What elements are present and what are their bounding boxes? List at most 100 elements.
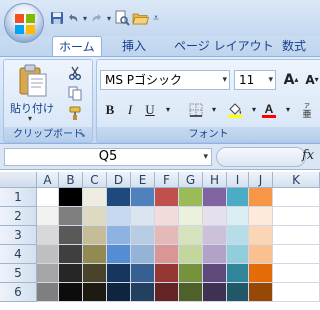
cell-d3[interactable] bbox=[107, 226, 131, 245]
cell-d5[interactable] bbox=[107, 264, 131, 283]
office-button[interactable] bbox=[4, 3, 44, 43]
cell-a4[interactable] bbox=[37, 245, 59, 264]
font-color-button[interactable]: A bbox=[259, 100, 279, 120]
cell-i5[interactable] bbox=[227, 264, 249, 283]
cell-e2[interactable] bbox=[131, 207, 155, 226]
underline-dropdown-icon[interactable]: ▾ bbox=[159, 100, 177, 120]
cell-e4[interactable] bbox=[131, 245, 155, 264]
font-size-combo[interactable]: 11 ▾ bbox=[234, 70, 276, 90]
cell-j4[interactable] bbox=[249, 245, 273, 264]
redo-icon[interactable] bbox=[90, 8, 104, 28]
cell-h2[interactable] bbox=[203, 207, 227, 226]
cell-f1[interactable] bbox=[155, 188, 179, 207]
column-header-a[interactable]: A bbox=[37, 172, 59, 188]
cell-b4[interactable] bbox=[59, 245, 83, 264]
tab-home[interactable]: ホーム bbox=[52, 36, 102, 56]
grow-font-button[interactable]: A▴ bbox=[281, 70, 301, 90]
column-header-e[interactable]: E bbox=[131, 172, 155, 188]
shrink-font-button[interactable]: A▾ bbox=[303, 70, 320, 90]
row-header-1[interactable]: 1 bbox=[0, 188, 37, 207]
cell-h1[interactable] bbox=[203, 188, 227, 207]
column-header-g[interactable]: G bbox=[179, 172, 203, 188]
cell-i6[interactable] bbox=[227, 283, 249, 302]
underline-button[interactable]: U bbox=[141, 100, 159, 120]
cell-a6[interactable] bbox=[37, 283, 59, 302]
cell-h5[interactable] bbox=[203, 264, 227, 283]
cell-i4[interactable] bbox=[227, 245, 249, 264]
borders-dropdown-icon[interactable]: ▾ bbox=[205, 100, 223, 120]
column-header-j[interactable]: J bbox=[249, 172, 273, 188]
cell-h4[interactable] bbox=[203, 245, 227, 264]
cell-h3[interactable] bbox=[203, 226, 227, 245]
cell-k1[interactable] bbox=[273, 188, 320, 207]
cell-j2[interactable] bbox=[249, 207, 273, 226]
bold-button[interactable]: B bbox=[101, 100, 119, 120]
cell-c1[interactable] bbox=[83, 188, 107, 207]
phonetic-guide-button[interactable]: ア亜 bbox=[297, 100, 317, 120]
select-all-corner[interactable] bbox=[0, 172, 37, 188]
cell-b2[interactable] bbox=[59, 207, 83, 226]
cell-k2[interactable] bbox=[273, 207, 320, 226]
column-header-b[interactable]: B bbox=[59, 172, 83, 188]
cell-k3[interactable] bbox=[273, 226, 320, 245]
font-color-dropdown-icon[interactable]: ▾ bbox=[279, 100, 297, 120]
row-header-4[interactable]: 4 bbox=[0, 245, 37, 264]
cell-f4[interactable] bbox=[155, 245, 179, 264]
cell-i3[interactable] bbox=[227, 226, 249, 245]
open-folder-icon[interactable] bbox=[132, 8, 149, 28]
insert-function-button[interactable]: fx bbox=[302, 148, 314, 163]
tab-formulas[interactable]: 数式 bbox=[276, 36, 312, 56]
cell-d1[interactable] bbox=[107, 188, 131, 207]
cell-g1[interactable] bbox=[179, 188, 203, 207]
cell-c5[interactable] bbox=[83, 264, 107, 283]
paste-button[interactable]: 貼り付け ▾ bbox=[8, 64, 58, 124]
column-header-c[interactable]: C bbox=[83, 172, 107, 188]
row-header-6[interactable]: 6 bbox=[0, 283, 37, 302]
cell-k5[interactable] bbox=[273, 264, 320, 283]
cell-a1[interactable] bbox=[37, 188, 59, 207]
customize-qat-icon[interactable]: ⩡ bbox=[151, 8, 161, 28]
save-icon[interactable] bbox=[50, 8, 64, 28]
cell-j3[interactable] bbox=[249, 226, 273, 245]
tab-insert[interactable]: 挿入 bbox=[116, 36, 152, 56]
cell-f6[interactable] bbox=[155, 283, 179, 302]
column-header-h[interactable]: H bbox=[203, 172, 227, 188]
borders-button[interactable] bbox=[185, 100, 207, 120]
redo-dropdown-icon[interactable]: ▾ bbox=[106, 8, 112, 28]
italic-button[interactable]: I bbox=[121, 100, 139, 120]
cell-g5[interactable] bbox=[179, 264, 203, 283]
row-header-2[interactable]: 2 bbox=[0, 207, 37, 226]
fill-color-button[interactable] bbox=[225, 100, 245, 120]
cell-j1[interactable] bbox=[249, 188, 273, 207]
copy-button[interactable] bbox=[64, 84, 86, 102]
cell-c3[interactable] bbox=[83, 226, 107, 245]
clipboard-launcher-icon[interactable]: ⬊ bbox=[79, 130, 89, 140]
cell-j6[interactable] bbox=[249, 283, 273, 302]
undo-icon[interactable] bbox=[66, 8, 80, 28]
cell-k6[interactable] bbox=[273, 283, 320, 302]
cell-b6[interactable] bbox=[59, 283, 83, 302]
print-preview-icon[interactable] bbox=[114, 8, 130, 28]
cell-f3[interactable] bbox=[155, 226, 179, 245]
cell-h6[interactable] bbox=[203, 283, 227, 302]
cell-a5[interactable] bbox=[37, 264, 59, 283]
column-header-k[interactable]: K bbox=[273, 172, 320, 188]
cell-g4[interactable] bbox=[179, 245, 203, 264]
cell-e3[interactable] bbox=[131, 226, 155, 245]
cell-f5[interactable] bbox=[155, 264, 179, 283]
cell-d6[interactable] bbox=[107, 283, 131, 302]
cell-d4[interactable] bbox=[107, 245, 131, 264]
cell-e6[interactable] bbox=[131, 283, 155, 302]
cell-i1[interactable] bbox=[227, 188, 249, 207]
cell-g2[interactable] bbox=[179, 207, 203, 226]
cell-k4[interactable] bbox=[273, 245, 320, 264]
cell-c4[interactable] bbox=[83, 245, 107, 264]
cell-g3[interactable] bbox=[179, 226, 203, 245]
undo-dropdown-icon[interactable]: ▾ bbox=[82, 8, 88, 28]
cell-c6[interactable] bbox=[83, 283, 107, 302]
cell-d2[interactable] bbox=[107, 207, 131, 226]
name-box[interactable]: Q5 ▾ bbox=[4, 148, 212, 166]
column-header-i[interactable]: I bbox=[227, 172, 249, 188]
cut-button[interactable] bbox=[64, 64, 86, 82]
cell-e5[interactable] bbox=[131, 264, 155, 283]
